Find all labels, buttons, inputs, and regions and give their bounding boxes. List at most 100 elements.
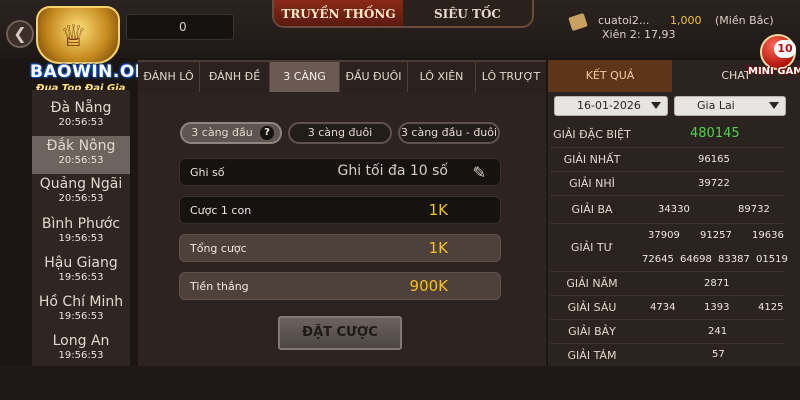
result-label: GIẢI BẢY [568,325,616,338]
province-name: Đắk Nông [46,138,116,154]
cuoc-value: 1K [428,201,448,219]
result-value: 480145 [690,126,740,141]
province-name: Long An [52,333,110,349]
subtab-label: 3 càng đầu [191,126,253,139]
tong-cuoc-field: Tổng cược 1K [179,234,501,262]
tab-sieu-toc[interactable]: SIÊU TỐC [403,0,532,26]
result-value: 1393 [704,302,730,313]
result-label: GIẢI SÁU [567,301,617,314]
mini-game-badge: 10 [774,40,796,58]
tong-value: 1K [428,239,448,257]
province-item-selected[interactable]: Đắk Nông 20:56:53 [32,136,130,174]
province-name: Hậu Giang [44,255,118,271]
province-select-value: Gia Lai [697,99,735,112]
tien-thang-field: Tiền thắng 900K [179,272,501,300]
tab-danh-lo[interactable]: ĐÁNH LÔ [138,62,200,92]
province-item[interactable]: Hồ Chí Minh 19:56:53 [32,292,130,330]
result-row: GIẢI NHẤT 96165 [550,148,784,172]
province-select[interactable]: Gia Lai [674,96,786,116]
result-label: GIẢI TƯ [570,241,614,254]
mini-game-button[interactable]: 10 MINI GAME [746,30,800,84]
result-value: 89732 [738,204,770,215]
tab-truyen-thong[interactable]: TRUYỀN THỐNG [274,0,403,26]
result-row: GIẢI ĐẶC BIỆT 480145 [550,122,784,148]
result-label: GIẢI ĐẶC BIỆT [553,128,631,141]
dat-cuoc-button[interactable]: ĐẶT CƯỢC [278,316,402,350]
province-time: 20:56:53 [58,193,104,204]
field-label: Ghi số [190,166,225,179]
bottom-strip [0,366,800,400]
result-label: GIẢI NHẤT [563,153,621,166]
province-item[interactable]: Quảng Ngãi 20:56:53 [32,174,130,212]
province-item[interactable]: Đà Nẵng 20:56:53 [32,98,130,136]
chevron-left-icon: ❮ [13,24,27,43]
tab-3-cang[interactable]: 3 CÀNG [270,62,340,92]
province-item[interactable]: Long An 19:56:53 [32,331,130,369]
caret-down-icon [769,102,779,109]
tab-ket-qua[interactable]: KẾT QUẢ [548,60,672,92]
result-value: 2871 [704,278,730,289]
cuoc-1-con-field[interactable]: Cược 1 con 1K [179,196,501,224]
province-time: 19:56:53 [58,350,104,361]
ghi-so-placeholder: Ghi tối đa 10 số [337,163,449,179]
result-label: GIẢI TÁM [567,348,617,362]
result-value: 39722 [698,178,730,189]
result-value: 4125 [758,302,784,313]
thang-value: 900K [409,277,448,295]
tab-lo-truot[interactable]: LÔ TRƯỢT [476,62,546,92]
logo-crest: ♕ [36,6,120,64]
result-value: 37909 [648,230,680,241]
bet-type-tabs: ĐÁNH LÔ ĐÁNH ĐỀ 3 CÀNG ĐẦU ĐUÔI LÔ XIÊN … [138,60,546,92]
subtab-3-cang-dau-duoi[interactable]: 3 càng đầu - đuôi [398,122,500,144]
province-time: 19:56:53 [58,272,104,283]
balance-value: 0 [179,20,187,34]
pencil-icon: ✎ [472,163,486,182]
province-name: Quảng Ngãi [39,176,123,192]
crown-icon: ♕ [60,19,87,54]
tab-danh-de[interactable]: ĐÁNH ĐỀ [200,62,270,92]
user-coins: 1,000 [670,14,702,27]
result-row: GIẢI TƯ 37909 91257 19636 72645 64698 83… [550,224,788,272]
result-row: GIẢI BẢY 241 [550,320,784,344]
result-value: 01519 [756,254,788,265]
result-label: GIẢI NĂM [566,277,618,290]
ghi-so-field[interactable]: Ghi số Ghi tối đa 10 số ✎ [179,158,501,186]
user-name: cuatoi2... [598,14,650,27]
province-time: 19:56:53 [58,233,104,244]
result-row: GIẢI SÁU 4734 1393 4125 [550,296,784,320]
result-value: 57 [712,349,725,360]
province-name: Bình Phước [41,216,121,232]
field-label: Cược 1 con [190,204,252,217]
subtab-3-cang-dau[interactable]: 3 càng đầu ? [180,122,282,144]
field-label: Tiền thắng [190,280,249,293]
result-value: 83387 [718,254,750,265]
province-name: Đà Nẵng [50,100,112,116]
results-table: GIẢI ĐẶC BIỆT 480145 GIẢI NHẤT 96165 GIẢ… [550,122,788,366]
province-item[interactable]: Bình Phước 19:56:53 [32,214,130,252]
result-value: 91257 [700,230,732,241]
result-label: GIẢI NHÌ [569,177,615,190]
date-select[interactable]: 16-01-2026 [554,96,668,116]
subtab-3-cang-duoi[interactable]: 3 càng đuôi [288,122,392,144]
result-row: GIẢI BA 34330 89732 [550,196,784,224]
result-value: 72645 [642,254,674,265]
result-row: GIẢI NHÌ 39722 [550,172,784,196]
province-list: Đà Nẵng 20:56:53 Đắk Nông 20:56:53 Quảng… [32,90,130,366]
result-value: 241 [708,326,728,337]
result-row: GIẢI NĂM 2871 [550,272,784,296]
tab-lo-xien[interactable]: LÔ XIÊN [408,62,476,92]
mini-game-label: MINI GAME [748,66,800,77]
province-time: 20:56:53 [58,117,104,128]
tab-dau-duoi[interactable]: ĐẦU ĐUÔI [340,62,408,92]
result-value: 4734 [650,302,676,313]
province-time: 20:56:53 [58,155,104,166]
date-select-value: 16-01-2026 [577,99,641,112]
question-icon[interactable]: ? [260,126,274,140]
result-value: 64698 [680,254,712,265]
caret-down-icon [651,102,661,109]
result-value: 34330 [658,204,690,215]
province-item[interactable]: Hậu Giang 19:56:53 [32,253,130,291]
user-xien: Xiên 2: 17,93 [602,28,676,41]
result-label: GIẢI BA [571,203,613,216]
result-row: GIẢI TÁM 57 [550,344,784,366]
